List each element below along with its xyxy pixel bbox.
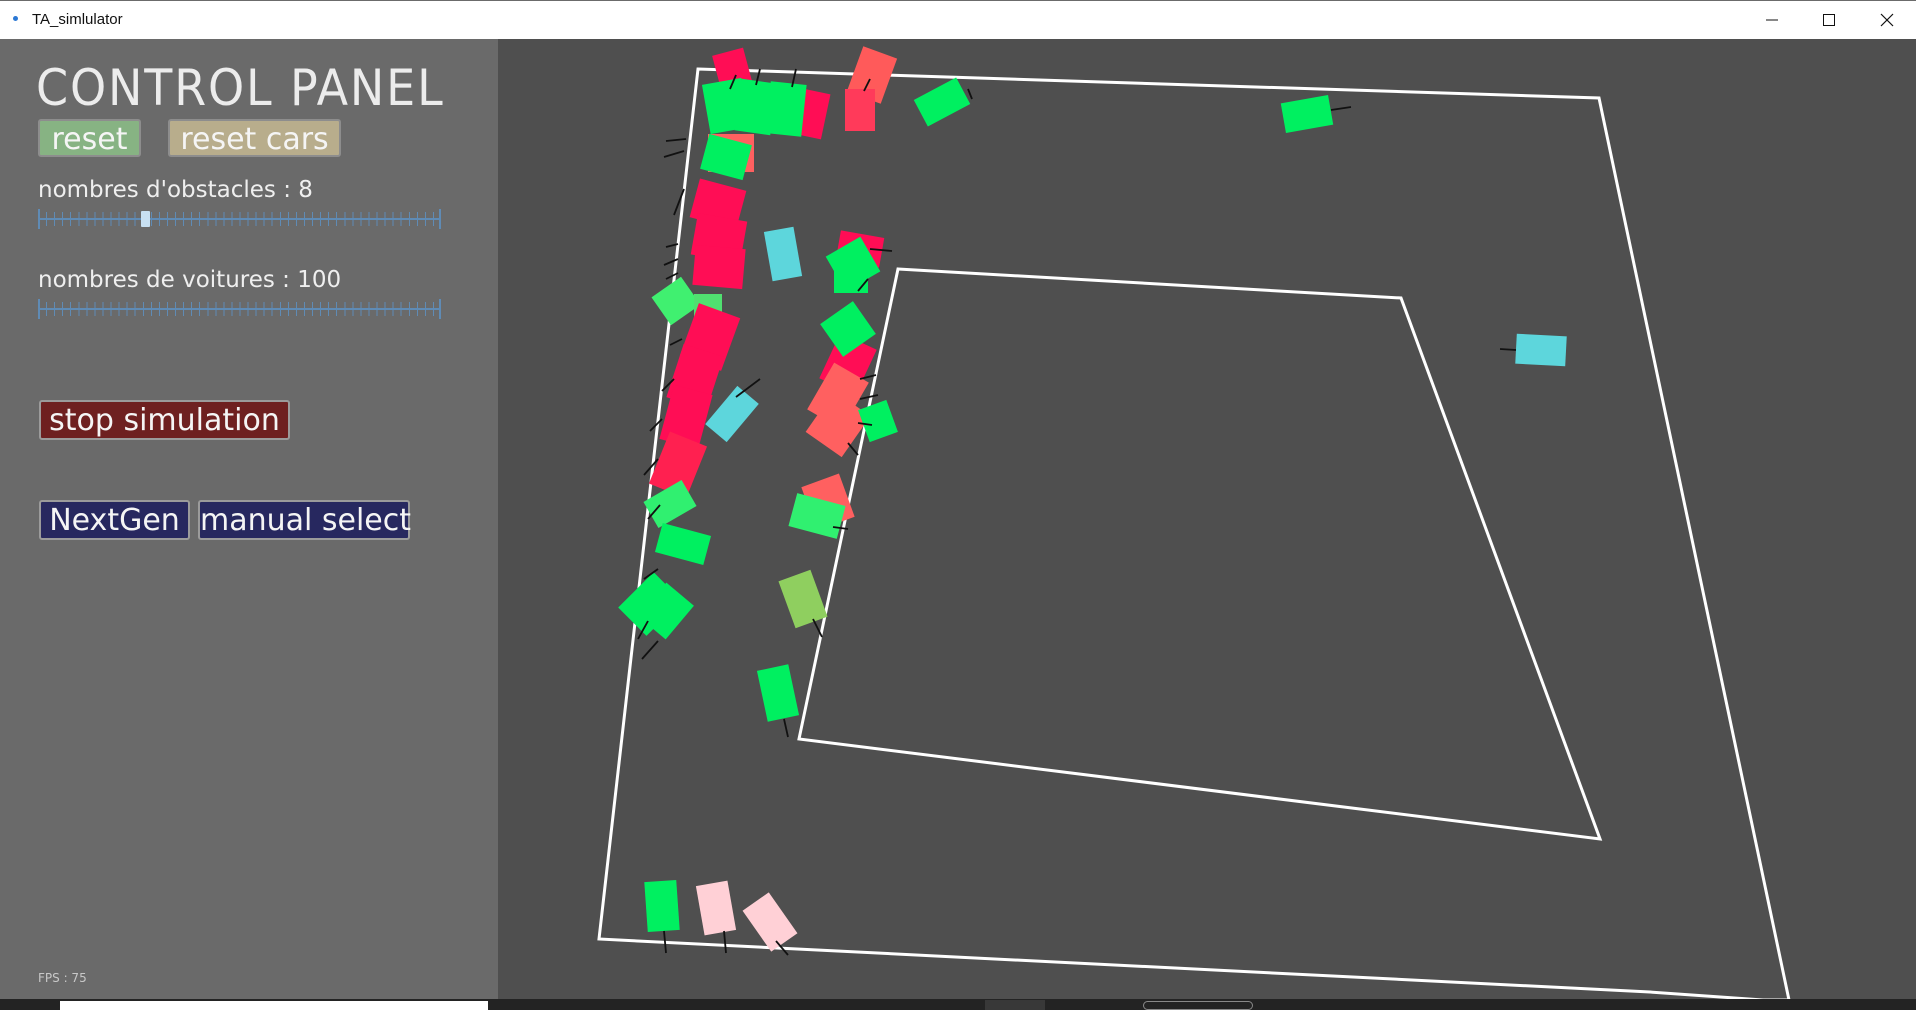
maximize-button[interactable] (1801, 1, 1858, 40)
obstacles-slider-label: nombres d'obstacles : 8 (38, 177, 313, 203)
window-titlebar: TA_simlulator (0, 0, 1916, 39)
taskbar-strip (0, 999, 1916, 1010)
taskbar-segment (60, 1001, 488, 1010)
obstacles-slider[interactable] (38, 209, 441, 229)
taskbar-segment (1143, 1001, 1253, 1010)
control-panel: CONTROL PANEL reset reset cars nombres d… (0, 39, 498, 1000)
car (692, 244, 746, 290)
taskbar-segment (985, 1000, 1045, 1010)
close-icon (1880, 13, 1894, 27)
car (834, 265, 868, 293)
car (1515, 333, 1567, 367)
car (644, 879, 680, 933)
slider-ticks (38, 212, 441, 226)
slider-end-cap (439, 299, 441, 319)
minimize-icon (1766, 19, 1778, 21)
car (765, 81, 807, 137)
window-title: TA_simlulator (32, 11, 123, 28)
fps-counter: FPS : 75 (38, 971, 87, 985)
slider-start-cap (38, 299, 40, 319)
car (845, 89, 875, 131)
app-icon (13, 16, 18, 21)
stop-simulation-button[interactable]: stop simulation (39, 400, 290, 440)
minimize-button[interactable] (1744, 1, 1801, 40)
cars-slider-label: nombres de voitures : 100 (38, 267, 342, 293)
panel-title: CONTROL PANEL (36, 59, 445, 117)
simulation-canvas[interactable] (498, 39, 1916, 1000)
slider-end-cap (439, 209, 441, 229)
nextgen-button[interactable]: NextGen (39, 500, 190, 540)
manual-select-button[interactable]: manual select (198, 500, 411, 540)
slider-start-cap (38, 209, 40, 229)
reset-button[interactable]: reset (38, 119, 141, 157)
cars-slider[interactable] (38, 299, 441, 319)
reset-cars-button[interactable]: reset cars (168, 119, 341, 157)
slider-ticks (38, 302, 441, 316)
maximize-icon (1823, 14, 1835, 26)
obstacles-slider-thumb[interactable] (141, 211, 150, 227)
close-button[interactable] (1859, 1, 1916, 40)
